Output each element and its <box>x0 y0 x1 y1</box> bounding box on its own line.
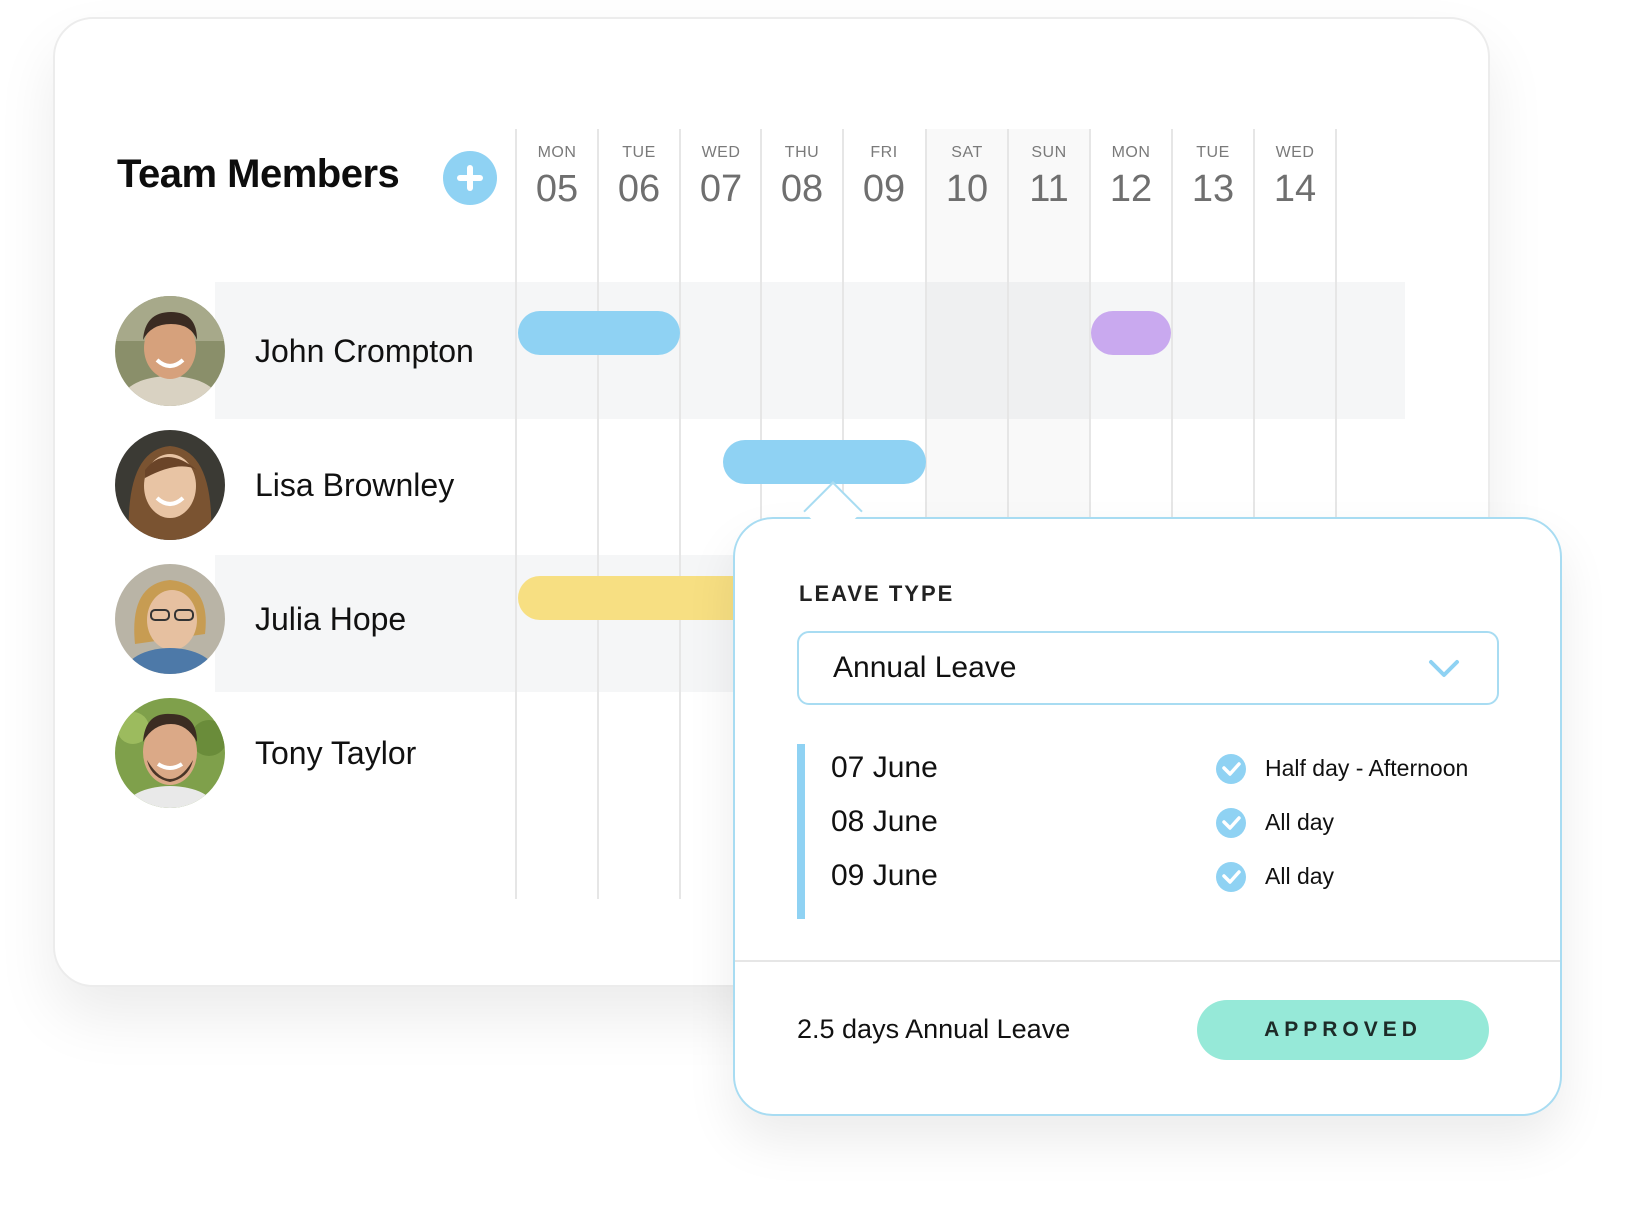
grid-line <box>515 129 517 899</box>
add-member-button[interactable] <box>443 151 497 205</box>
chevron-down-icon <box>1429 660 1459 677</box>
day-header-wed-14: WED 14 <box>1253 144 1337 211</box>
approved-status-button[interactable]: APPROVED <box>1197 1000 1489 1060</box>
day-number: 13 <box>1191 168 1235 210</box>
member-row-tony-taylor[interactable]: Tony Taylor <box>115 698 416 808</box>
leave-date: 09 June <box>831 859 938 892</box>
day-header-tue-13: TUE 13 <box>1171 144 1255 211</box>
check-circle-icon <box>1216 808 1246 838</box>
avatar <box>115 564 225 674</box>
member-row-julia-hope[interactable]: Julia Hope <box>115 564 406 674</box>
leave-entry-row: 07 June Half day - Afternoon <box>797 751 1507 791</box>
member-name: Tony Taylor <box>255 734 417 771</box>
avatar <box>115 296 225 406</box>
member-name: John Crompton <box>255 332 474 369</box>
leave-date: 08 June <box>831 805 938 838</box>
day-number: 08 <box>780 168 824 210</box>
day-number: 07 <box>699 168 743 210</box>
day-name: WED <box>1275 144 1315 161</box>
leave-entry-row: 08 June All day <box>797 805 1507 845</box>
day-name: WED <box>701 144 741 161</box>
day-number: 11 <box>1029 168 1069 210</box>
day-name: SAT <box>951 144 983 161</box>
member-name: Lisa Brownley <box>255 466 455 503</box>
divider <box>735 960 1560 962</box>
leave-bar-john-other[interactable] <box>1091 311 1171 355</box>
avatar <box>115 430 225 540</box>
day-number: 14 <box>1273 168 1317 210</box>
leave-date: 07 June <box>831 751 938 784</box>
leave-type-select[interactable]: Annual Leave <box>797 631 1499 705</box>
day-name: MON <box>537 144 577 161</box>
avatar <box>115 698 225 808</box>
day-header-fri-09: FRI 09 <box>842 144 926 211</box>
leave-summary: 2.5 days Annual Leave <box>797 1014 1071 1044</box>
leave-bar-lisa-annual[interactable] <box>723 440 926 484</box>
day-header-sat-10: SAT 10 <box>925 144 1009 211</box>
day-name: THU <box>784 144 820 161</box>
leave-duration: Half day - Afternoon <box>1265 755 1469 781</box>
day-number: 05 <box>535 168 579 210</box>
day-header-tue-06: TUE 06 <box>597 144 681 211</box>
day-header-sun-11: SUN 11 <box>1007 144 1091 211</box>
leave-details-popup: LEAVE TYPE Annual Leave 07 June Half day… <box>733 517 1562 1116</box>
day-name: MON <box>1111 144 1151 161</box>
leave-duration: All day <box>1265 863 1335 889</box>
day-name: SUN <box>1031 144 1067 161</box>
day-number: 09 <box>862 168 906 210</box>
leave-entry-row: 09 June All day <box>797 859 1507 899</box>
member-row-lisa-brownley[interactable]: Lisa Brownley <box>115 430 454 540</box>
day-name: TUE <box>622 144 656 161</box>
member-name: Julia Hope <box>255 600 407 637</box>
check-circle-icon <box>1216 754 1246 784</box>
day-number: 12 <box>1109 168 1153 210</box>
day-name: FRI <box>870 144 898 161</box>
day-number: 10 <box>945 168 989 210</box>
member-row-john-crompton[interactable]: John Crompton <box>115 296 474 406</box>
day-header-thu-08: THU 08 <box>760 144 844 211</box>
leave-duration: All day <box>1265 809 1335 835</box>
check-circle-icon <box>1216 862 1246 892</box>
day-name: TUE <box>1196 144 1230 161</box>
day-number: 06 <box>617 168 661 210</box>
leave-type-value: Annual Leave <box>833 651 1017 684</box>
grid-line <box>679 129 681 899</box>
day-header-mon-12: MON 12 <box>1089 144 1173 211</box>
leave-bar-john-annual[interactable] <box>518 311 680 355</box>
grid-line <box>597 129 599 899</box>
page-title: Team Members <box>117 152 400 196</box>
leave-type-label: LEAVE TYPE <box>799 581 955 606</box>
day-header-mon-05: MON 05 <box>515 144 599 211</box>
day-header-wed-07: WED 07 <box>679 144 763 211</box>
